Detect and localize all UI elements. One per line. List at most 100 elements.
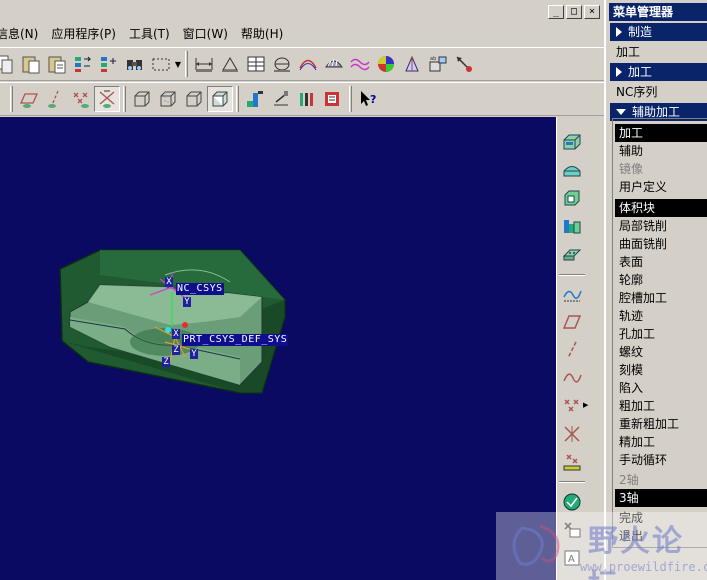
- menu-item[interactable]: 表面: [615, 253, 707, 271]
- regen-manager-icon[interactable]: [96, 51, 122, 77]
- expand-arrow-icon: [616, 27, 622, 37]
- menu-item[interactable]: 局部铣削: [615, 217, 707, 235]
- select-box-icon[interactable]: [148, 51, 174, 77]
- regenerate-icon[interactable]: [70, 51, 96, 77]
- measure-table-icon[interactable]: [243, 51, 269, 77]
- toolbar-datum: ?: [0, 82, 604, 116]
- datum-point-display-icon[interactable]: [68, 86, 94, 112]
- wave-analysis-icon[interactable]: [347, 51, 373, 77]
- model-render: [59, 249, 286, 394]
- menu-item[interactable]: 螺纹: [615, 343, 707, 361]
- measure-area-icon[interactable]: [217, 51, 243, 77]
- context-help-icon[interactable]: [451, 51, 477, 77]
- curve-analysis-icon[interactable]: [295, 51, 321, 77]
- toolbar-separator: [185, 51, 188, 77]
- material-removal-icon[interactable]: [294, 86, 320, 112]
- fixture-icon[interactable]: [559, 241, 585, 267]
- menu-item: 镜像: [619, 162, 644, 176]
- mill-volume-icon[interactable]: [559, 157, 585, 183]
- menu-item[interactable]: 辅助: [615, 142, 707, 160]
- menu-header-label: 加工: [628, 65, 653, 79]
- menu-item[interactable]: 陷入: [615, 379, 707, 397]
- prt-z-axis-tag: Z: [162, 357, 170, 367]
- paste-icon[interactable]: [18, 51, 44, 77]
- menu-manager-title: 菜单管理器: [609, 3, 707, 21]
- menu-item[interactable]: 曲面铣削: [615, 235, 707, 253]
- menu-item[interactable]: 重新粗加工: [615, 415, 707, 433]
- datum-curve-icon[interactable]: [559, 365, 585, 391]
- operation-icon[interactable]: [559, 517, 585, 543]
- measure-distance-icon[interactable]: [191, 51, 217, 77]
- datum-plane-icon[interactable]: [559, 309, 585, 335]
- menu-item[interactable]: 手动循环: [615, 451, 707, 469]
- workpiece-icon[interactable]: [559, 129, 585, 155]
- hidden-line-icon[interactable]: [155, 86, 181, 112]
- nc-sequence-icon[interactable]: [242, 86, 268, 112]
- shade-analysis-icon[interactable]: [373, 51, 399, 77]
- flyout-arrow-icon[interactable]: ▶: [583, 401, 588, 409]
- svg-text:A: A: [568, 554, 575, 565]
- menu-item-nc-sequence[interactable]: NC序列: [612, 83, 707, 101]
- mill-surface-icon[interactable]: [559, 213, 585, 239]
- menu-item[interactable]: 孔加工: [615, 325, 707, 343]
- toolbar-grip: [10, 86, 13, 112]
- toolbar-separator: [559, 481, 585, 483]
- find-icon[interactable]: [122, 51, 148, 77]
- tool-path-icon[interactable]: [268, 86, 294, 112]
- menu-item[interactable]: 加工: [615, 124, 707, 142]
- nc-z-axis-tag: Z: [172, 345, 180, 355]
- menu-item[interactable]: 腔槽加工: [615, 289, 707, 307]
- copy-icon[interactable]: [0, 51, 18, 77]
- menu-header-machining[interactable]: 加工: [610, 63, 707, 81]
- wireframe-icon[interactable]: [129, 86, 155, 112]
- csys-display-icon[interactable]: [94, 86, 120, 112]
- toolbar-separator: [236, 86, 239, 112]
- close-button[interactable]: ×: [584, 5, 600, 19]
- menu-tools[interactable]: 工具(T): [123, 24, 177, 44]
- nc-y-axis-tag: Y: [183, 297, 191, 307]
- menu-info[interactable]: 信息(N): [0, 24, 45, 44]
- toolbar-separator: [559, 274, 585, 276]
- menu-header-manufacture[interactable]: 制造: [610, 23, 707, 41]
- maximize-button[interactable]: □: [566, 5, 582, 19]
- toolbar-separator: [123, 86, 126, 112]
- graphics-viewport[interactable]: NC_CSYS PRT_CSYS_DEF_SYS X Y X Z Y Z: [0, 117, 556, 580]
- menu-window[interactable]: 窗口(W): [177, 24, 235, 44]
- menu-item[interactable]: 轮廓: [615, 271, 707, 289]
- menu-item[interactable]: 精加工: [615, 433, 707, 451]
- datum-axis-display-icon[interactable]: [42, 86, 68, 112]
- datum-point-icon[interactable]: [559, 393, 585, 419]
- csys-icon[interactable]: [559, 421, 585, 447]
- mill-window-icon[interactable]: [559, 185, 585, 211]
- datum-analysis-icon[interactable]: [559, 449, 585, 475]
- section-icon[interactable]: [269, 51, 295, 77]
- menu-item[interactable]: 退出: [615, 527, 707, 545]
- datum-plane-display-icon[interactable]: [16, 86, 42, 112]
- menu-item[interactable]: 用户定义: [615, 178, 707, 196]
- shading-icon[interactable]: [207, 86, 233, 112]
- window-controls: _ □ ×: [548, 5, 600, 19]
- menu-item[interactable]: 粗加工: [615, 397, 707, 415]
- whats-this-icon[interactable]: ?: [355, 86, 381, 112]
- menu-applications[interactable]: 应用程序(P): [45, 24, 123, 44]
- menu-item[interactable]: 完成: [615, 509, 707, 527]
- datum-axis-icon[interactable]: [559, 337, 585, 363]
- mfg-process-icon[interactable]: [559, 489, 585, 515]
- sketch-curve-icon[interactable]: [559, 281, 585, 307]
- menu-item[interactable]: 刻模: [615, 361, 707, 379]
- annotation-icon[interactable]: A: [559, 545, 585, 571]
- menu-item[interactable]: 体积块: [615, 199, 707, 217]
- paste-special-icon[interactable]: [44, 51, 70, 77]
- select-dropdown-icon[interactable]: ▼: [174, 60, 182, 69]
- menu-header-label: 制造: [628, 25, 653, 39]
- draft-analysis-icon[interactable]: [399, 51, 425, 77]
- cl-data-icon[interactable]: [320, 86, 346, 112]
- menu-item[interactable]: 3轴: [615, 489, 707, 507]
- model-analysis-icon[interactable]: ab: [425, 51, 451, 77]
- menu-item[interactable]: 轨迹: [615, 307, 707, 325]
- menu-help[interactable]: 帮助(H): [235, 24, 290, 44]
- menu-item-machining[interactable]: 加工: [612, 43, 707, 61]
- no-hidden-icon[interactable]: [181, 86, 207, 112]
- surface-analysis-icon[interactable]: [321, 51, 347, 77]
- minimize-button[interactable]: _: [548, 5, 564, 19]
